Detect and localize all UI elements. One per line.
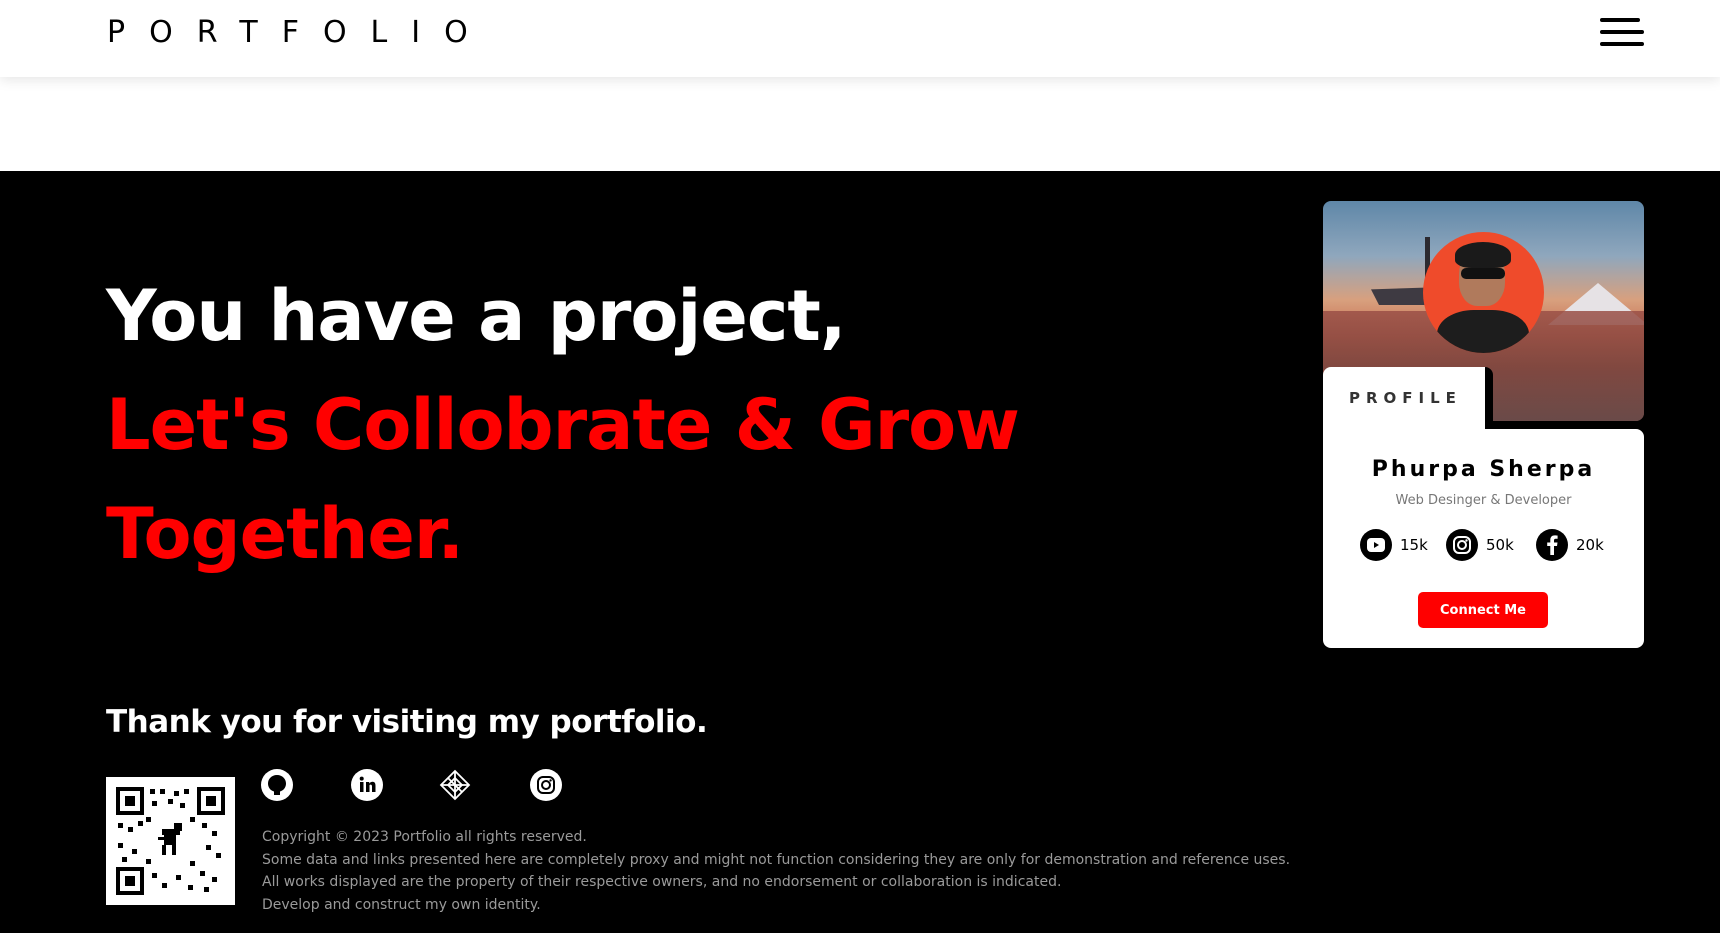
thanks-heading: Thank you for visiting my portfolio. [106, 704, 708, 740]
youtube-icon [1360, 529, 1392, 561]
profile-role: Web Desinger & Developer [1395, 493, 1572, 508]
ownership-text: All works displayed are the property of … [262, 874, 1062, 890]
profile-card-tab: PROFILE [1323, 367, 1493, 437]
instagram-icon[interactable] [529, 768, 563, 802]
brand-logo[interactable]: PORTFOLIO [107, 15, 492, 50]
hero-heading-line2: Let's Collobrate & Grow [106, 384, 1020, 466]
identity-text: Develop and construct my own identity. [262, 897, 541, 913]
instagram-icon [1446, 529, 1478, 561]
hero-heading-line1: You have a project, [106, 275, 846, 357]
linkedin-icon[interactable] [350, 768, 384, 802]
instagram-count: 50k [1486, 536, 1514, 554]
facebook-icon [1536, 529, 1568, 561]
facebook-count: 20k [1576, 536, 1604, 554]
hamburger-menu-icon[interactable] [1600, 18, 1644, 46]
youtube-count: 15k [1400, 536, 1428, 554]
disclaimer-text: Some data and links presented here are c… [262, 852, 1291, 868]
copyright-text: Copyright © 2023 Portfolio all rights re… [262, 829, 587, 845]
profile-tab-label: PROFILE [1349, 389, 1462, 407]
github-icon[interactable] [260, 768, 294, 802]
profile-name: Phurpa Sherpa [1371, 457, 1596, 482]
facebook-stat[interactable]: 20k [1536, 529, 1604, 561]
qr-code [106, 777, 235, 905]
profile-card: Phurpa Sherpa Web Desinger & Developer 1… [1323, 429, 1644, 648]
top-navbar: PORTFOLIO [0, 0, 1720, 77]
instagram-stat[interactable]: 50k [1446, 529, 1514, 561]
codepen-icon[interactable] [438, 768, 472, 802]
header-spacer [0, 77, 1720, 171]
avatar [1423, 232, 1544, 353]
hero-heading-line3: Together. [106, 493, 464, 575]
youtube-stat[interactable]: 15k [1360, 529, 1428, 561]
connect-me-button[interactable]: Connect Me [1418, 592, 1548, 628]
